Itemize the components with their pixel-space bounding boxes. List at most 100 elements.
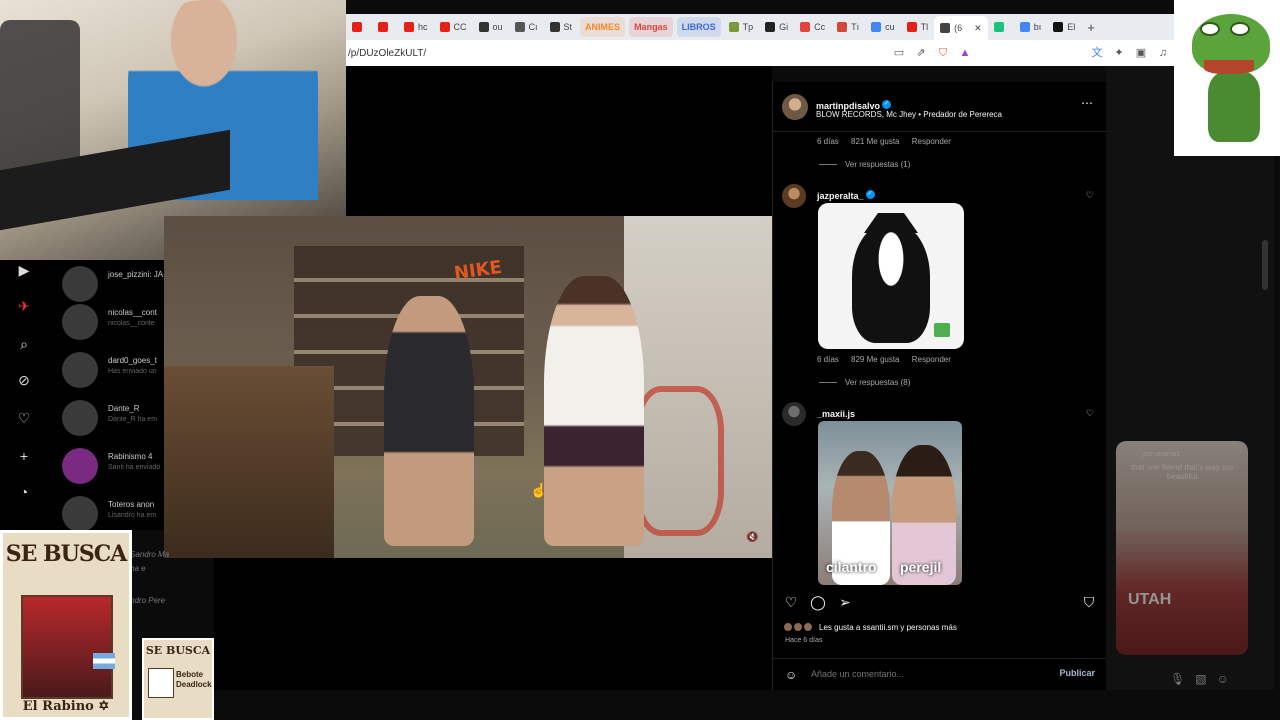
dm-preview: Santi ha enviado <box>108 464 161 471</box>
tab-label: ou <box>492 22 503 32</box>
browser-tab[interactable] <box>988 17 1014 37</box>
first-comment-replies[interactable]: Ver respuestas (1) <box>819 160 910 169</box>
sidebar-icon[interactable]: ▣ <box>1135 47 1147 59</box>
emoji-icon[interactable]: ☺ <box>785 668 797 682</box>
browser-tab[interactable]: CC <box>434 17 473 37</box>
tab-label: St <box>563 22 573 32</box>
reel-username: josh.morris1 <box>1142 451 1181 458</box>
comment-1-reply[interactable]: Responder <box>912 355 951 364</box>
brave-shield-icon[interactable]: ⛉ <box>937 47 949 59</box>
threads-icon[interactable]: ◔ <box>16 484 32 500</box>
browser-tab[interactable]: St <box>544 17 579 37</box>
brave-rewards-icon[interactable]: ▲ <box>959 47 971 59</box>
comment-input[interactable] <box>811 669 1031 679</box>
like-icon[interactable]: ♡ <box>783 594 799 610</box>
browser-tab[interactable]: Tı <box>831 17 865 37</box>
comment-icon[interactable]: ◯ <box>810 594 826 610</box>
post-video[interactable]: NIKE 🔇 <box>164 216 772 558</box>
heart-icon[interactable]: ♡ <box>16 410 32 426</box>
wanted-title: SE BUSCA <box>145 644 211 657</box>
sticker-icon[interactable]: ☺ <box>1217 672 1229 688</box>
save-icon[interactable]: ⛉ <box>1081 594 1097 610</box>
right-reel-tile[interactable]: josh.morris1 that one friend that's way … <box>1116 441 1248 655</box>
browser-tab[interactable]: Tl <box>901 17 935 37</box>
close-tab-icon[interactable]: ✕ <box>974 23 982 34</box>
browser-tab[interactable]: El <box>1047 17 1081 37</box>
more-options-icon[interactable]: ⋯ <box>1081 96 1093 110</box>
author-avatar[interactable] <box>782 94 808 120</box>
translate-icon[interactable]: 文 <box>1091 47 1103 59</box>
comment-like-icon[interactable]: ♡ <box>1086 408 1094 419</box>
dm-name: Rabinismo 4 <box>108 452 153 461</box>
comment-1-replies[interactable]: Ver respuestas (8) <box>819 378 910 387</box>
dm-thread[interactable]: Rabinismo 4 Santi ha enviado <box>62 446 166 486</box>
browser-tab[interactable]: cu <box>865 17 901 37</box>
new-tab-icon[interactable]: + <box>1081 17 1101 37</box>
wanted-photo <box>148 668 174 698</box>
browser-tab[interactable]: LIBROS <box>676 17 721 37</box>
tab-favicon-icon <box>871 22 882 32</box>
messages-icon[interactable]: ✈ <box>16 298 32 314</box>
extensions-icon[interactable]: ✦ <box>1113 47 1125 59</box>
tab-label: bı <box>1033 22 1042 32</box>
dm-name: jose_pizzini: JA <box>108 270 164 279</box>
comment-1-likes[interactable]: 829 Me gusta <box>851 355 899 364</box>
browser-tab[interactable] <box>346 17 372 37</box>
browser-tab[interactable] <box>372 17 398 37</box>
first-comment-reply[interactable]: Responder <box>912 137 951 146</box>
browser-tab[interactable]: Tp <box>723 17 760 37</box>
dm-thread[interactable]: Dante_R Dante_R ha em <box>62 398 166 438</box>
comment-1-replies-label: Ver respuestas (8) <box>845 378 911 387</box>
microphone-icon[interactable]: 🎙 <box>1170 672 1185 688</box>
browser-tab[interactable]: Cı <box>509 17 544 37</box>
right-toolbar: 🎙 ▧ ☺ <box>1170 672 1250 688</box>
publish-button[interactable]: Publicar <box>1059 668 1095 678</box>
comment-like-icon[interactable]: ♡ <box>1086 190 1094 201</box>
tab-label: Tl <box>920 22 929 32</box>
browser-tab-bar: hc CC ou Cı St ANIMES Mangas LIBROS Tp Gi Cc Tı cu Tl… <box>346 14 1174 40</box>
browser-tab[interactable]: ou <box>473 17 509 37</box>
mute-icon[interactable]: 🔇 <box>746 532 760 546</box>
comment-2-username[interactable]: _maxii.js <box>817 409 855 419</box>
dm-thread[interactable]: dard0_goes_t Has enviado un <box>62 350 166 390</box>
media-icon[interactable]: ♫ <box>1157 47 1169 59</box>
search-icon[interactable]: ⌕ <box>16 336 32 352</box>
comment-avatar[interactable] <box>782 184 806 208</box>
wanted-photo <box>21 595 113 699</box>
browser-tab[interactable]: ANIMES <box>580 17 626 37</box>
browser-tab[interactable]: bı <box>1014 17 1048 37</box>
scrollbar[interactable] <box>1262 240 1268 290</box>
liked-by[interactable]: Les gusta a ssantii.sm y personas más <box>783 622 957 632</box>
pepe-sticker <box>1174 0 1280 156</box>
reels-icon[interactable]: ▶ <box>16 262 32 278</box>
image-icon[interactable]: ▧ <box>1195 672 1206 688</box>
dm-thread[interactable]: nicolas__cont nicolas__conte <box>62 302 166 342</box>
comment-avatar[interactable] <box>782 402 806 426</box>
dm-thread[interactable]: jose_pizzini: JA <box>62 264 166 304</box>
first-comment-likes[interactable]: 821 Me gusta <box>851 137 899 146</box>
install-icon[interactable]: ▭ <box>893 47 905 59</box>
tab-favicon-icon <box>728 22 739 32</box>
author-subtitle: BLOW RECORDS, Mc Jhey • Predador de Pere… <box>816 110 1002 119</box>
reel-caption: that one friend that's way too beautiful <box>1130 463 1234 481</box>
browser-tab[interactable]: (6 ✕ <box>934 16 988 40</box>
browser-tab[interactable]: Gi <box>759 17 794 37</box>
explore-icon[interactable]: ⊘ <box>16 372 32 388</box>
create-icon[interactable]: + <box>16 448 32 464</box>
share-icon[interactable]: ⇗ <box>915 47 927 59</box>
verified-icon: ✓ <box>865 190 875 200</box>
share-icon[interactable]: ➢ <box>837 594 853 610</box>
liker-avatar <box>803 622 813 632</box>
comment-1-username[interactable]: jazperalta_ <box>817 191 864 201</box>
video-letterbox-top <box>346 66 772 216</box>
post-actions: ♡ ◯ ➢ ⛉ <box>783 592 1097 614</box>
address-url[interactable]: /p/DUzOleZkULT/ <box>348 48 888 59</box>
browser-tab[interactable]: hc <box>398 17 434 37</box>
instagram-sidebar: ▶ ✈ ⌕ ⊘ ♡ + ◔ <box>0 260 46 530</box>
dm-fragment-text: Sandro Ma <box>130 550 170 559</box>
browser-tab[interactable]: Mangas <box>629 17 673 37</box>
browser-tab[interactable]: Cc <box>794 17 831 37</box>
first-comment-age: 6 días <box>817 137 839 146</box>
tab-label: Tı <box>851 22 860 32</box>
dm-thread[interactable]: Toteros anon Lisandro ha em <box>62 494 166 530</box>
